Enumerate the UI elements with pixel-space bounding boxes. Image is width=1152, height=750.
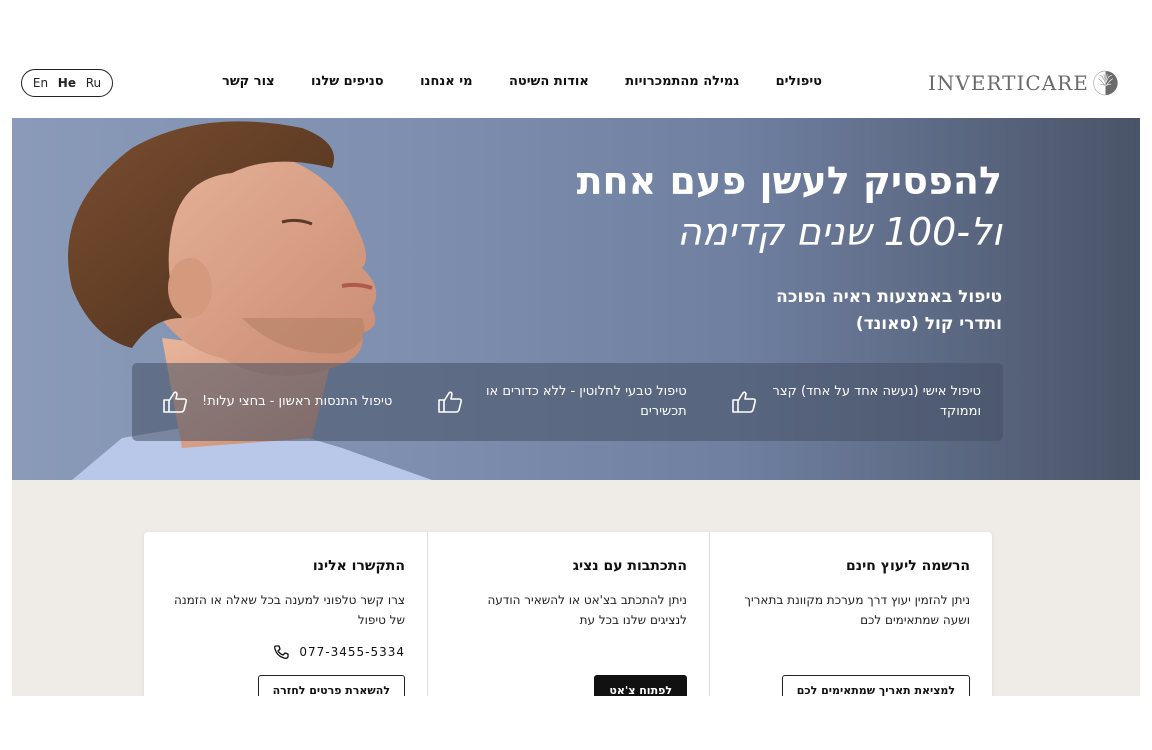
thumbs-up-icon (437, 391, 462, 413)
hero-heading: להפסיק לעשן פעם אחת ול-100 שנים קדימה (577, 158, 1002, 260)
nav-about-us[interactable]: מי אנחנו (420, 74, 472, 89)
hero-title-line2: ול-100 שנים קדימה (676, 210, 1002, 254)
feature-text: טיפול התנסות ראשון - בחצי עלות! (202, 394, 393, 409)
hero-banner: להפסיק לעשן פעם אחת ול-100 שנים קדימה טי… (12, 118, 1140, 480)
thumbs-up-icon (163, 391, 188, 413)
contact-card: הרשמה ליעוץ חינם ניתן להזמין יעוץ דרך מע… (144, 532, 992, 696)
hero-title-line1: להפסיק לעשן פעם אחת (576, 159, 1002, 203)
hero-subtitle-line1: טיפול באמצעות ראיה הפוכה (776, 287, 1002, 307)
phone-number: 077-3455-5334 (299, 645, 405, 659)
feature-item: טיפול אישי (נעשה אחד על אחד) קצר וממוקד (731, 382, 981, 422)
leave-details-button[interactable]: להשארת פרטים לחזרה (257, 675, 405, 696)
site-header: En He Ru טיפולים גמילה מהתמכרויות אודות … (0, 0, 1152, 118)
nav-treatments[interactable]: טיפולים (776, 74, 822, 89)
chat-title: התכתבות עם נציג (572, 558, 687, 574)
feature-text: טיפול טבעי לחלוטין - ללא כדורים או תכשיר… (486, 384, 687, 419)
find-date-button[interactable]: למציאת תאריך שמתאימים לכם (781, 675, 970, 696)
open-chat-button[interactable]: לפתוח צ'אט (594, 675, 687, 696)
lang-ru[interactable]: Ru (86, 76, 101, 90)
feature-item: טיפול התנסות ראשון - בחצי עלות! (162, 390, 392, 414)
hero-subtitle: טיפול באמצעות ראיה הפוכה ותדרי קול (סאונ… (776, 284, 1002, 338)
chat-text: ניתן להתכתב בצ'אט או להשאיר הודעה לנציגי… (487, 593, 687, 627)
nav-addiction-recovery[interactable]: גמילה מהתמכרויות (625, 74, 739, 89)
nav-contact[interactable]: צור קשר (222, 74, 275, 89)
phone-icon (274, 645, 289, 659)
consultation-title: הרשמה ליעוץ חינם (846, 558, 970, 574)
lang-en[interactable]: En (33, 76, 48, 90)
phone-title: התקשרו אלינו (312, 558, 405, 574)
contact-col-phone: התקשרו אלינו צרו קשר טלפוני למענה בכל שא… (146, 532, 428, 696)
nav-about-method[interactable]: אודות השיטה (509, 74, 589, 89)
language-switcher: En He Ru (21, 69, 113, 97)
contact-col-chat: התכתבות עם נציג ניתן להתכתב בצ'אט או להש… (428, 532, 710, 696)
features-bar: טיפול אישי (נעשה אחד על אחד) קצר וממוקד … (132, 363, 1003, 441)
thumbs-up-icon (732, 391, 757, 413)
consultation-text: ניתן להזמין יעוץ דרך מערכת מקוונת בתאריך… (744, 593, 970, 627)
logo-text: INVERTICARE (928, 71, 1089, 95)
tree-logo-icon (1093, 70, 1118, 96)
phone-line[interactable]: 077-3455-5334 (168, 644, 405, 660)
lang-he[interactable]: He (58, 76, 76, 90)
phone-text: צרו קשר טלפוני למענה בכל שאלה או הזמנה ש… (174, 593, 405, 627)
nav-branches[interactable]: סניפים שלנו (311, 74, 384, 89)
hero-subtitle-line2: ותדרי קול (סאונד) (855, 314, 1002, 334)
main-nav: טיפולים גמילה מהתמכרויות אודות השיטה מי … (222, 74, 822, 89)
contact-col-consultation: הרשמה ליעוץ חינם ניתן להזמין יעוץ דרך מע… (710, 532, 992, 696)
feature-text: טיפול אישי (נעשה אחד על אחד) קצר וממוקד (772, 384, 981, 419)
site-logo[interactable]: INVERTICARE (928, 58, 1118, 108)
contact-section: הרשמה ליעוץ חינם ניתן להזמין יעוץ דרך מע… (12, 480, 1140, 696)
feature-item: טיפול טבעי לחלוטין - ללא כדורים או תכשיר… (437, 382, 687, 422)
